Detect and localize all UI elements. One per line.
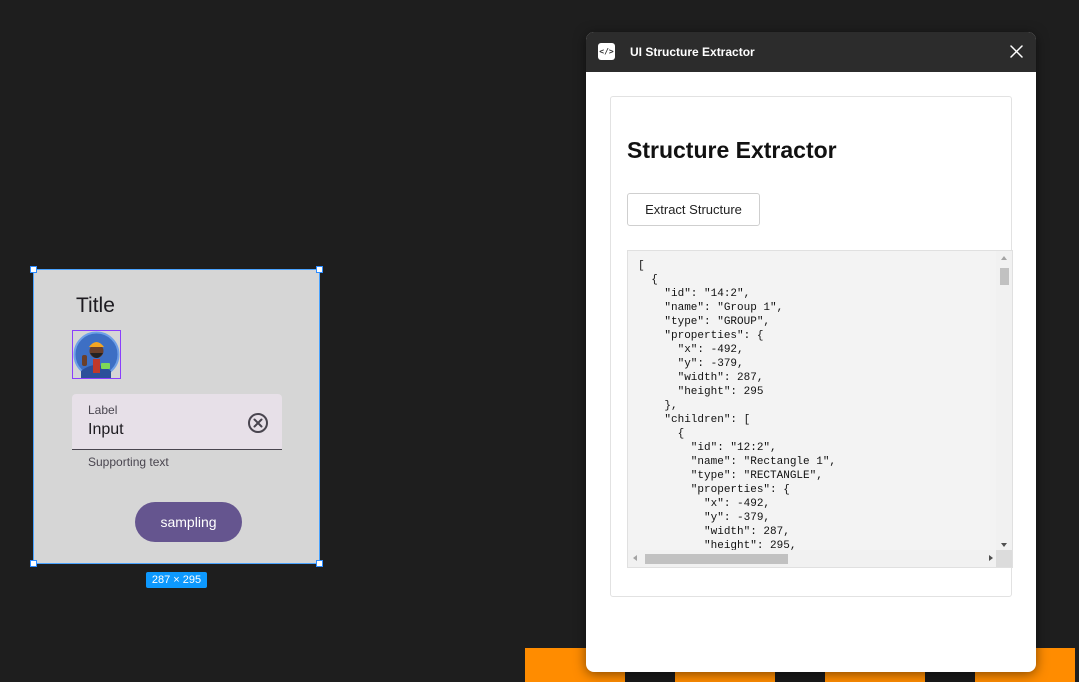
frame-title[interactable]: Title	[76, 294, 115, 318]
vertical-scrollbar[interactable]	[996, 251, 1012, 552]
extractor-card: Structure Extractor Extract Structure [ …	[610, 96, 1013, 597]
plugin-window: </> UI Structure Extractor Structure Ext…	[586, 32, 1036, 672]
supporting-text: Supporting text	[88, 455, 169, 469]
page-title: Structure Extractor	[627, 137, 837, 163]
horizontal-scrollbar[interactable]	[628, 550, 998, 567]
resize-handle-bottom-left[interactable]	[30, 560, 37, 567]
vertical-scroll-thumb[interactable]	[1000, 268, 1009, 285]
resize-handle-top-right[interactable]	[316, 266, 323, 273]
scroll-down-arrow-icon[interactable]	[1001, 543, 1007, 547]
scroll-right-arrow-icon[interactable]	[989, 555, 993, 561]
scroll-left-arrow-icon[interactable]	[633, 555, 637, 561]
design-frame[interactable]: Title Label Input Supporting text sampli…	[30, 266, 323, 567]
sampling-button[interactable]: sampling	[135, 502, 242, 542]
resize-handle-top-left[interactable]	[30, 266, 37, 273]
dimension-badge: 287 × 295	[146, 572, 207, 588]
scrollbar-corner	[996, 550, 1012, 567]
resize-handle-bottom-right[interactable]	[316, 560, 323, 567]
scroll-up-arrow-icon[interactable]	[1001, 256, 1007, 260]
avatar-illustration-icon	[73, 331, 120, 378]
structure-json-text: [ { "id": "14:2", "name": "Group 1", "ty…	[638, 260, 837, 552]
text-field[interactable]: Label Input	[72, 394, 282, 450]
text-field-input[interactable]: Input	[88, 421, 124, 439]
text-field-label: Label	[88, 403, 118, 417]
plugin-header[interactable]: </> UI Structure Extractor	[586, 32, 1036, 72]
extract-structure-button[interactable]: Extract Structure	[627, 193, 760, 226]
cancel-circle-icon[interactable]	[247, 412, 269, 434]
close-icon[interactable]	[1009, 44, 1024, 59]
plugin-title: UI Structure Extractor	[630, 45, 755, 59]
avatar[interactable]	[72, 330, 121, 379]
code-icon: </>	[598, 43, 615, 60]
horizontal-scroll-thumb[interactable]	[645, 554, 788, 564]
structure-output[interactable]: [ { "id": "14:2", "name": "Group 1", "ty…	[627, 250, 1013, 568]
